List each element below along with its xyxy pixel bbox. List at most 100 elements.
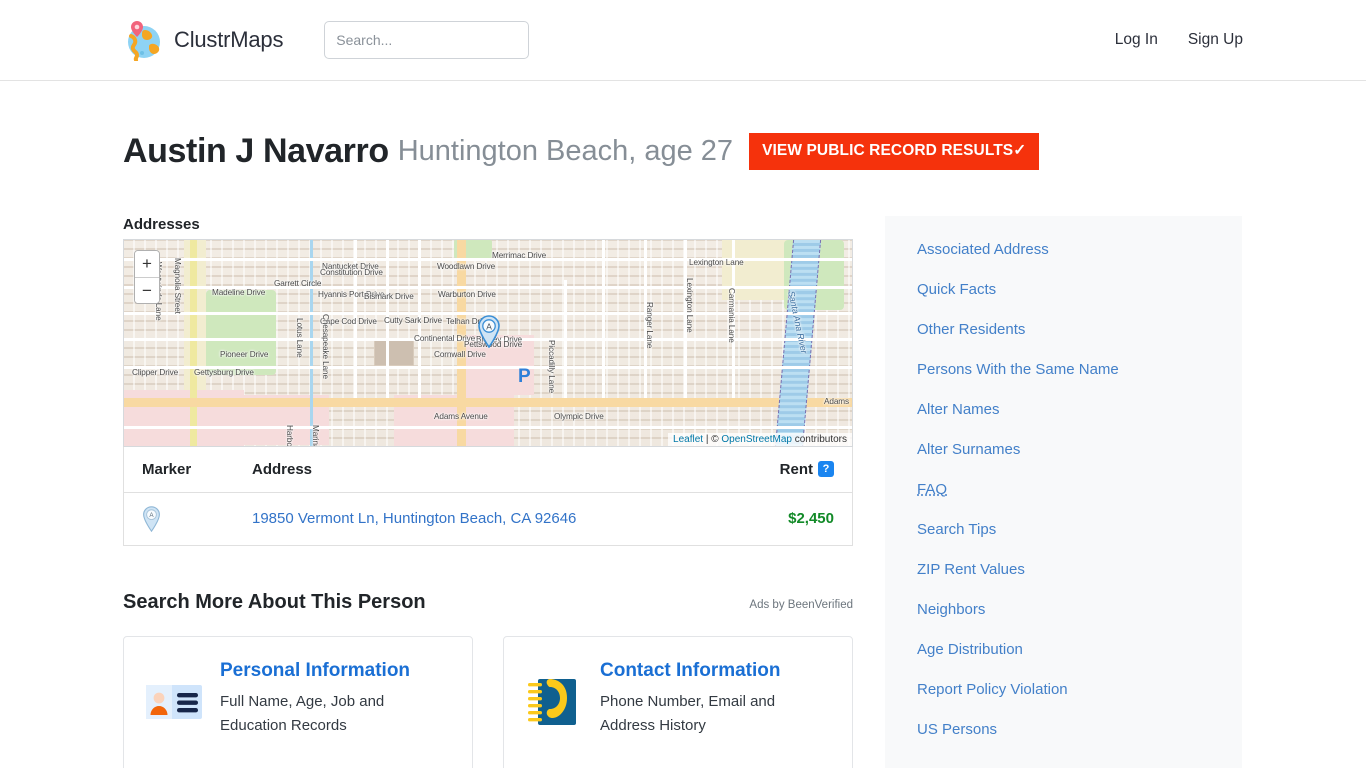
row-marker-cell: A bbox=[142, 505, 252, 532]
addresses-table: Marker Address Rent ? A 19850 Vermont Ln… bbox=[123, 446, 853, 546]
page-title-bar: Austin J Navarro Huntington Beach, age 2… bbox=[123, 81, 1243, 194]
map-street-label: Ranger Lane bbox=[645, 301, 654, 348]
map-street-label: Magnolia Street bbox=[173, 257, 182, 314]
card-contact-information[interactable]: Contact Information Phone Number, Email … bbox=[503, 635, 853, 768]
map-zoom-controls: + − bbox=[134, 249, 160, 304]
map-street-label: Clipper Drive bbox=[132, 367, 179, 377]
card-description: Phone Number, Email and Address History bbox=[600, 692, 776, 734]
card-title: Personal Information bbox=[220, 659, 411, 681]
map-building bbox=[374, 339, 414, 366]
search-container bbox=[324, 21, 530, 59]
sidebar-link-report-policy-violation[interactable]: Report Policy Violation bbox=[885, 670, 1242, 710]
brand-home-link[interactable]: ClustrMaps bbox=[123, 19, 283, 61]
map-street-label: Carmania Lane bbox=[727, 287, 736, 343]
page-subtitle: Huntington Beach, age 27 bbox=[397, 134, 734, 167]
sidebar-link-faq[interactable]: FAQ bbox=[885, 470, 1242, 510]
map-road bbox=[124, 425, 852, 429]
row-address-cell: 19850 Vermont Ln, Huntington Beach, CA 9… bbox=[252, 510, 714, 528]
map-park bbox=[206, 289, 276, 375]
main-column: Addresses Nantucket Drive Woodlawn Drive… bbox=[123, 216, 853, 768]
map-street-label: Constitution Drive bbox=[320, 267, 383, 277]
map-street-label: Chesapeake Lane bbox=[321, 313, 330, 379]
search-input[interactable] bbox=[324, 21, 530, 59]
sign-up-link[interactable]: Sign Up bbox=[1188, 31, 1243, 49]
marker-pin-icon: A bbox=[142, 505, 161, 532]
column-header-address: Address bbox=[252, 460, 313, 478]
site-header: ClustrMaps Log In Sign Up bbox=[0, 0, 1366, 81]
sidebar-link-quick-facts[interactable]: Quick Facts bbox=[885, 270, 1242, 310]
attribution-separator: | © bbox=[703, 433, 722, 445]
map-street-label: Piccadilly Lane bbox=[547, 339, 556, 393]
map-canvas: Nantucket Drive Woodlawn Drive Merrimac … bbox=[124, 239, 852, 447]
map-marker-a[interactable]: A bbox=[477, 314, 501, 348]
map-road bbox=[124, 397, 852, 407]
map-street-label: Cornwall Drive bbox=[434, 349, 486, 359]
sidebar-link-other-residents[interactable]: Other Residents bbox=[885, 310, 1242, 350]
map-road bbox=[564, 279, 567, 398]
header-nav: Log In Sign Up bbox=[1115, 31, 1243, 49]
page-container: Addresses Nantucket Drive Woodlawn Drive… bbox=[123, 194, 1243, 768]
address-link[interactable]: 19850 Vermont Ln, Huntington Beach, CA 9… bbox=[252, 510, 576, 527]
map-street-label: Adams bbox=[824, 396, 849, 406]
view-public-record-results-button[interactable]: VIEW PUBLIC RECORD RESULTS✓ bbox=[749, 133, 1040, 170]
map-street-label: Gettysburg Drive bbox=[194, 367, 254, 377]
openstreetmap-link[interactable]: OpenStreetMap bbox=[721, 434, 792, 445]
log-in-link[interactable]: Log In bbox=[1115, 31, 1158, 49]
search-more-title: Search More About This Person bbox=[123, 590, 426, 613]
sidebar-link-age-distribution[interactable]: Age Distribution bbox=[885, 630, 1242, 670]
address-map[interactable]: Nantucket Drive Woodlawn Drive Merrimac … bbox=[123, 238, 853, 447]
sidebar-link-alter-names[interactable]: Alter Names bbox=[885, 390, 1242, 430]
map-street-label: Warburton Drive bbox=[438, 289, 496, 299]
map-street-label: Pioneer Drive bbox=[220, 349, 269, 359]
sidebar-link-us-persons[interactable]: US Persons bbox=[885, 710, 1242, 750]
map-street-label: Lexington Lane bbox=[685, 277, 694, 333]
map-street-label: Merrimac Drive bbox=[492, 250, 547, 260]
card-description: Full Name, Age, Job and Education Record… bbox=[220, 692, 385, 734]
leaflet-link[interactable]: Leaflet bbox=[673, 434, 703, 445]
map-street-label: Marina bbox=[311, 424, 320, 447]
sidebar-link-neighbors[interactable]: Neighbors bbox=[885, 590, 1242, 630]
map-attribution: Leaflet | © OpenStreetMap contributors bbox=[668, 432, 852, 446]
phone-book-icon bbox=[524, 675, 584, 729]
card-body: Personal Information Full Name, Age, Job… bbox=[220, 659, 452, 738]
map-street-label: Adams Avenue bbox=[434, 411, 488, 421]
map-street-label: Garrett Circle bbox=[274, 278, 322, 288]
map-street-label: Cutty Sark Drive bbox=[384, 315, 442, 325]
map-road bbox=[602, 239, 605, 398]
card-personal-information[interactable]: Personal Information Full Name, Age, Job… bbox=[123, 635, 473, 768]
map-marker-letter: A bbox=[486, 321, 492, 331]
column-header-rent-label: Rent bbox=[779, 460, 813, 478]
card-body: Contact Information Phone Number, Email … bbox=[600, 659, 832, 738]
sidebar-link-zip-rent-values[interactable]: ZIP Rent Values bbox=[885, 550, 1242, 590]
map-street-label: Madeline Drive bbox=[212, 287, 266, 297]
map-street-label: Woodlawn Drive bbox=[437, 261, 496, 271]
row-rent-cell: $2,450 bbox=[788, 510, 834, 528]
map-street-label: Harbor bbox=[285, 424, 294, 447]
sidebar: Associated Address Quick Facts Other Res… bbox=[885, 215, 1242, 768]
sidebar-link-search-tips[interactable]: Search Tips bbox=[885, 510, 1242, 550]
rent-help-icon[interactable]: ? bbox=[818, 461, 834, 478]
map-street-label: Olympic Drive bbox=[554, 411, 604, 421]
search-more-header: Search More About This Person Ads by Bee… bbox=[123, 591, 853, 614]
table-row: A 19850 Vermont Ln, Huntington Beach, CA… bbox=[124, 493, 852, 545]
sidebar-link-alter-surnames[interactable]: Alter Surnames bbox=[885, 430, 1242, 470]
map-street-label: Lotus Lane bbox=[295, 317, 304, 358]
search-more-cards: Personal Information Full Name, Age, Job… bbox=[123, 635, 853, 768]
map-zoom-out-button[interactable]: − bbox=[135, 276, 159, 303]
map-parking-icon: P bbox=[518, 365, 531, 387]
addresses-section-label: Addresses bbox=[123, 215, 200, 233]
brand-name: ClustrMaps bbox=[174, 27, 284, 52]
card-title: Contact Information bbox=[600, 659, 781, 681]
column-header-marker: Marker bbox=[142, 460, 192, 478]
page-title: Austin J Navarro bbox=[123, 131, 389, 170]
map-canal bbox=[310, 239, 313, 446]
map-street-label: Lexington Lane bbox=[689, 257, 744, 267]
globe-pin-icon bbox=[123, 19, 165, 61]
map-road bbox=[190, 239, 197, 446]
map-street-label: Bismark Drive bbox=[364, 291, 414, 301]
table-header-row: Marker Address Rent ? bbox=[124, 447, 852, 493]
id-card-icon bbox=[144, 675, 204, 729]
sidebar-link-associated-address[interactable]: Associated Address bbox=[885, 230, 1242, 270]
map-zoom-in-button[interactable]: + bbox=[135, 250, 159, 277]
sidebar-link-persons-same-name[interactable]: Persons With the Same Name bbox=[885, 350, 1242, 390]
